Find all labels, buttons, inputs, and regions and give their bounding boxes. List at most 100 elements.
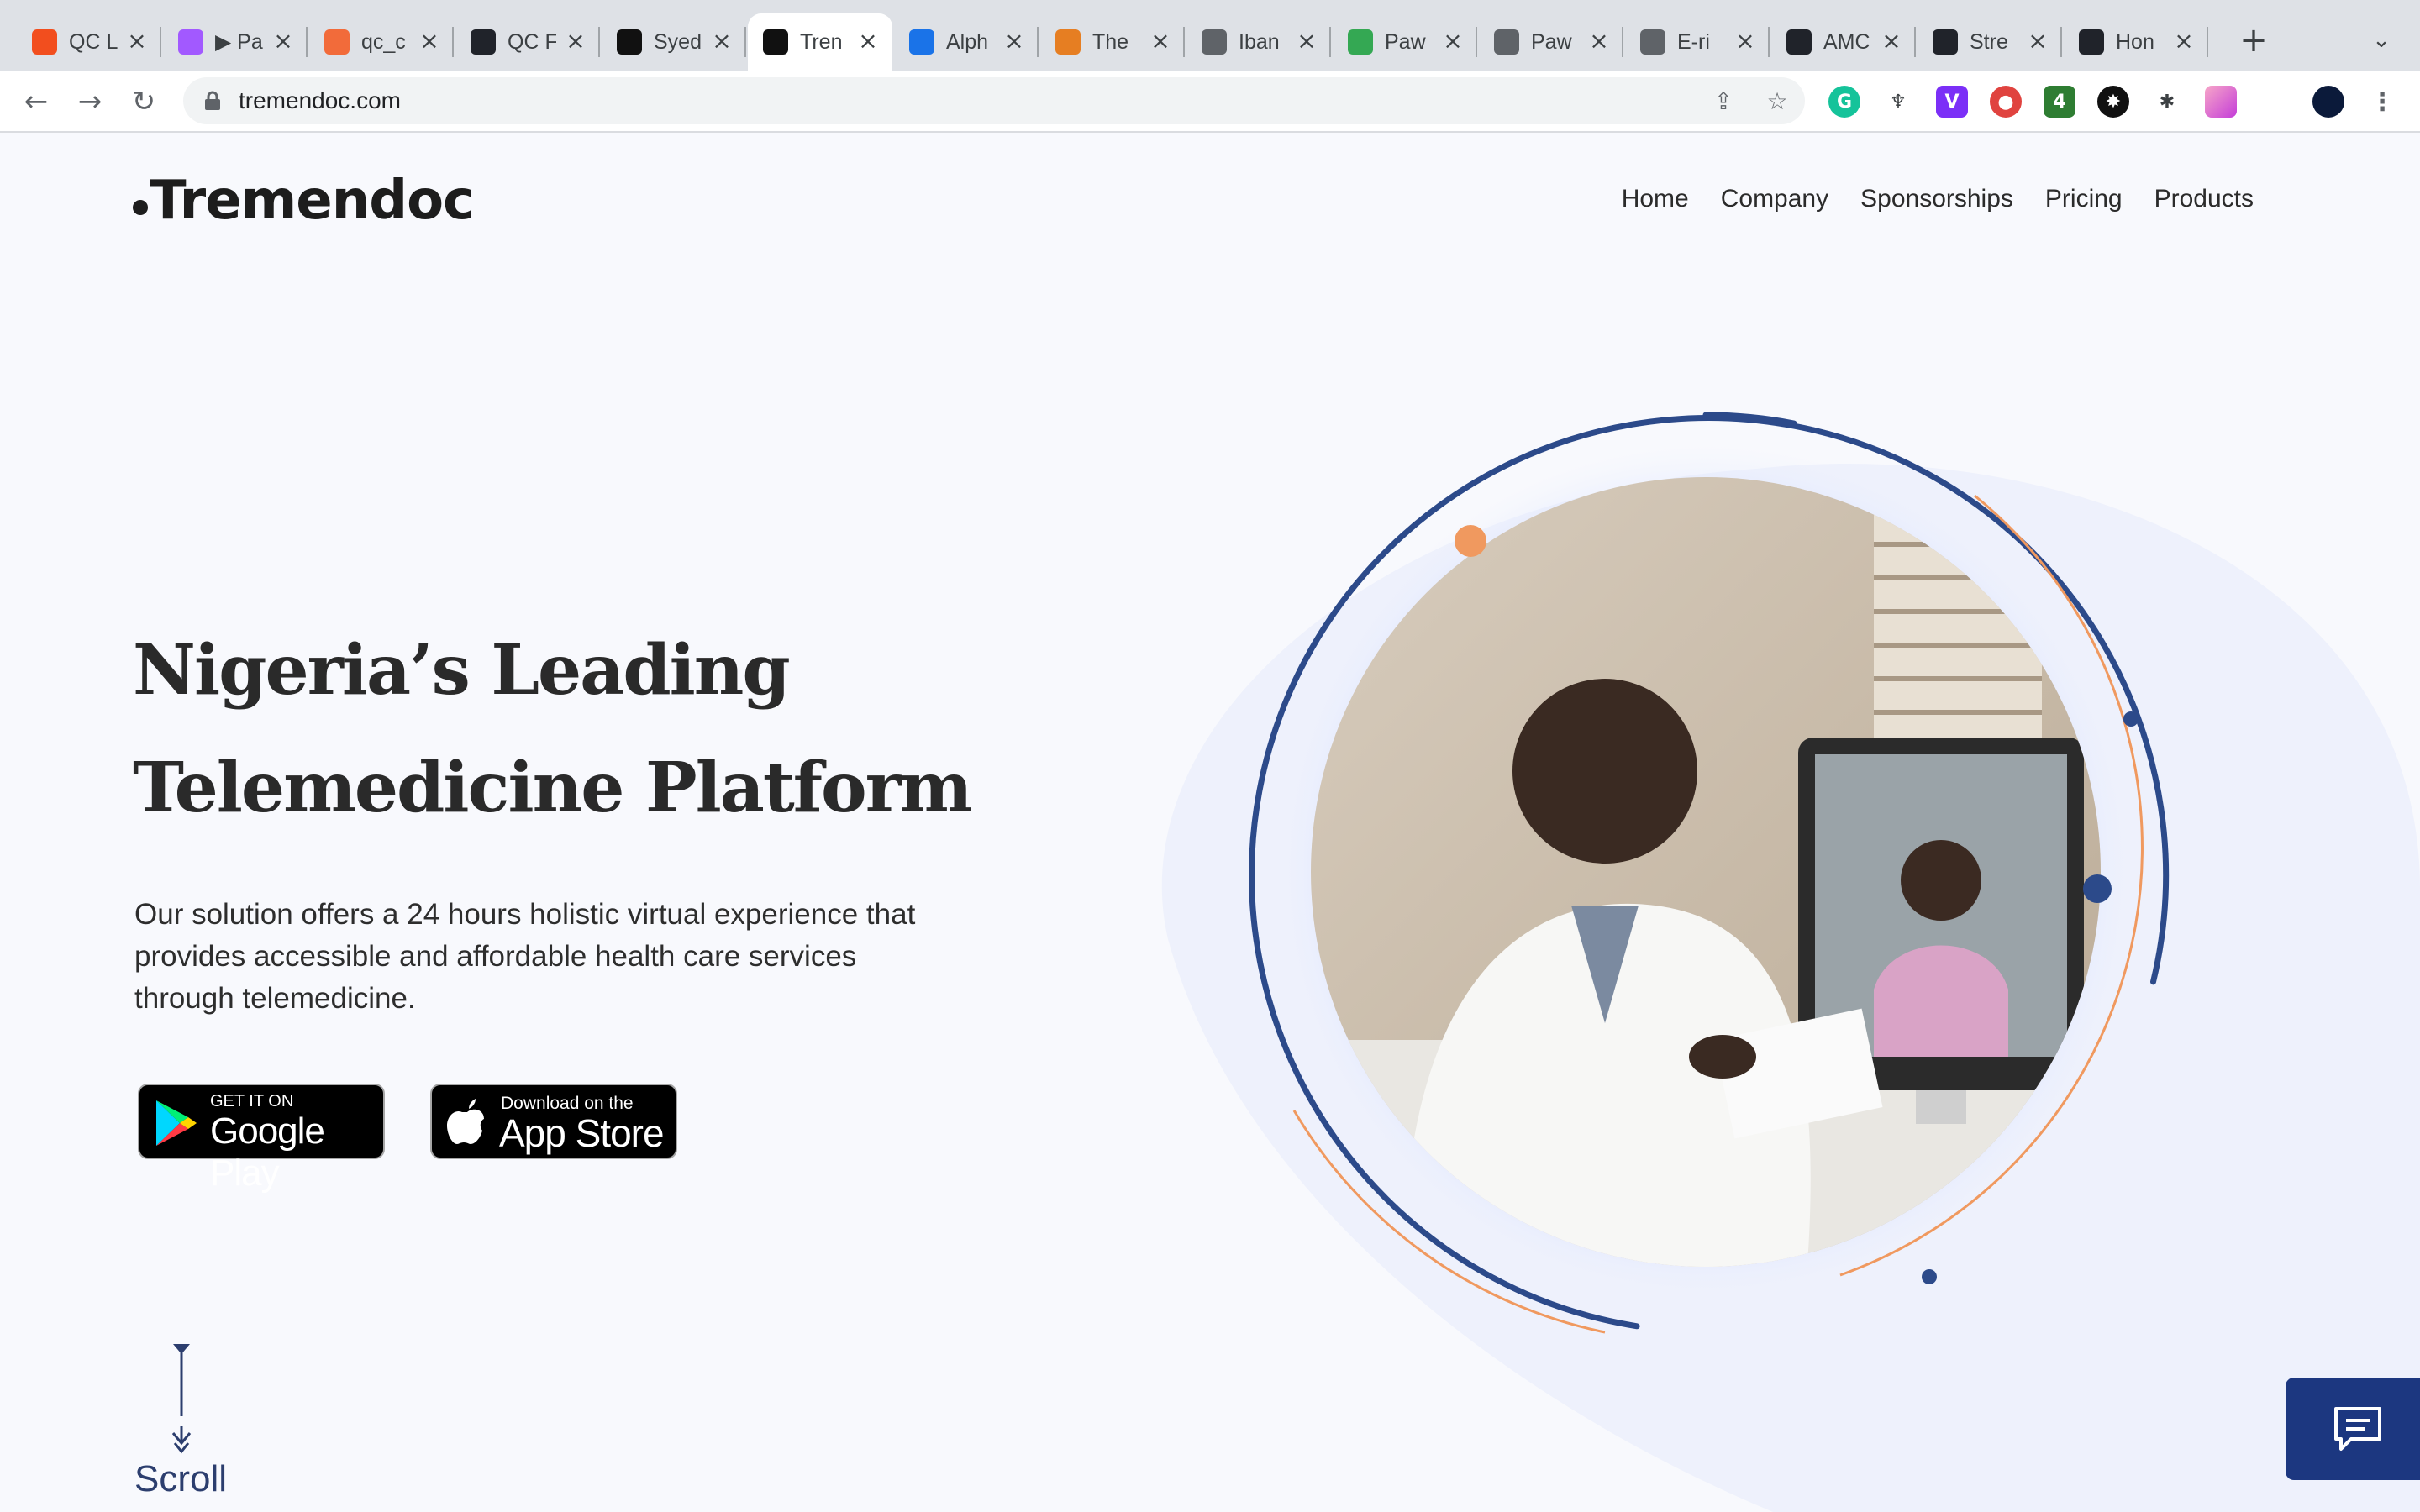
gradient-icon[interactable]	[2205, 86, 2237, 118]
lock-icon	[205, 91, 220, 110]
tab-5[interactable]: Tren ×	[748, 13, 892, 71]
tab-close-icon[interactable]: ×	[271, 29, 296, 54]
tab-separator	[452, 27, 454, 57]
tab-label: Syed	[654, 29, 702, 54]
tremendoc-logo[interactable]: Tremendoc	[133, 163, 475, 239]
tab-label: The	[1092, 29, 1129, 54]
orange-dot	[1455, 525, 1486, 557]
nav-products[interactable]: Products	[2154, 185, 2254, 213]
chat-widget-button[interactable]	[2286, 1378, 2420, 1480]
tab-label: Paw	[1531, 29, 1572, 54]
tab-9[interactable]: Paw ×	[1333, 13, 1477, 71]
address-bar[interactable]: tremendoc.com ⇪ ☆	[183, 77, 1805, 124]
tab-0[interactable]: QC L ×	[17, 13, 161, 71]
reload-button[interactable]: ↻	[124, 82, 163, 121]
tab-10[interactable]: Paw ×	[1479, 13, 1623, 71]
flame-icon[interactable]: ✸	[2097, 86, 2129, 118]
v-icon[interactable]: V	[1936, 86, 1968, 118]
tab-separator	[1768, 27, 1770, 57]
tab-close-icon[interactable]: ×	[1733, 29, 1758, 54]
chat-bubble-icon	[2334, 1407, 2381, 1451]
tab-separator	[744, 27, 746, 57]
browser-toolbar: ← → ↻ tremendoc.com ⇪ ☆ G ♆ V ● 4 ✸ ✱ ⋮	[0, 71, 2420, 133]
tab-13[interactable]: Stre ×	[1918, 13, 2062, 71]
tab-separator	[598, 27, 600, 57]
tab-close-icon[interactable]: ×	[1440, 29, 1465, 54]
share-icon[interactable]: ⇪	[1709, 87, 1738, 116]
puzzle-icon[interactable]	[2259, 86, 2291, 118]
logo-dot	[133, 200, 148, 215]
google-play-small-text: GET IT ON	[210, 1092, 294, 1110]
tab-search-chevron-icon[interactable]: ⌄	[2366, 25, 2396, 55]
url-text: tremendoc.com	[239, 87, 401, 113]
tab-close-icon[interactable]: ×	[1879, 29, 1904, 54]
back-button[interactable]: ←	[17, 82, 55, 121]
tab-separator	[160, 27, 161, 57]
scroll-label[interactable]: Scroll	[134, 1458, 227, 1500]
browser-menu-icon[interactable]: ⋮	[2366, 86, 2398, 118]
tab-label: Iban	[1239, 29, 1280, 54]
tab-close-icon[interactable]: ×	[1002, 29, 1027, 54]
tab-close-icon[interactable]: ×	[1586, 29, 1612, 54]
react-icon	[1786, 29, 1812, 55]
tab-close-icon[interactable]: ×	[1294, 29, 1319, 54]
brand-icon	[324, 29, 350, 55]
avatar-icon[interactable]	[2312, 86, 2344, 118]
scroll-arrow-icon	[171, 1344, 192, 1454]
tab-close-icon[interactable]: ×	[563, 29, 588, 54]
nav-company[interactable]: Company	[1721, 185, 1828, 213]
crab-icon[interactable]: ♆	[1882, 86, 1914, 118]
forward-button[interactable]: →	[71, 82, 109, 121]
tab-close-icon[interactable]: ×	[1148, 29, 1173, 54]
tab-label: Alph	[946, 29, 989, 54]
nav-sponsorships[interactable]: Sponsorships	[1860, 185, 2013, 213]
globe-icon	[1494, 29, 1519, 55]
tab-label: QC L	[69, 29, 118, 54]
tab-close-icon[interactable]: ×	[2171, 29, 2196, 54]
tab-14[interactable]: Hon ×	[2064, 13, 2208, 71]
tab-close-icon[interactable]: ×	[124, 29, 150, 54]
tab-close-icon[interactable]: ×	[417, 29, 442, 54]
react-icon	[471, 29, 496, 55]
app-store-button[interactable]: Download on the App Store	[430, 1084, 677, 1159]
new-tab-button[interactable]: +	[2235, 22, 2272, 59]
main-nav: Home Company Sponsorships Pricing Produc…	[1590, 185, 2254, 213]
google-play-icon	[156, 1100, 197, 1146]
tab-1[interactable]: ▶ Pa ×	[163, 13, 308, 71]
tab-label: Hon	[2116, 29, 2154, 54]
hero-illustration	[1161, 412, 2420, 1512]
tab-close-icon[interactable]: ×	[2025, 29, 2050, 54]
tab-2[interactable]: qc_c ×	[309, 13, 454, 71]
react-icon	[2079, 29, 2104, 55]
tab-strip: QC L × ▶ Pa × qc_c × QC F × Syed × Tren × Alph × The × I…	[0, 0, 2420, 71]
bug-icon[interactable]: ✱	[2151, 86, 2183, 118]
tab-7[interactable]: The ×	[1040, 13, 1185, 71]
google-play-big-text: Google Play	[210, 1110, 325, 1194]
bookmark-star-icon[interactable]: ☆	[1763, 87, 1791, 116]
navy-dot-large	[2083, 874, 2112, 903]
tab-separator	[2060, 27, 2062, 57]
tab-8[interactable]: Iban ×	[1186, 13, 1331, 71]
tab-3[interactable]: QC F ×	[455, 13, 600, 71]
tab-12[interactable]: AMC ×	[1771, 13, 1916, 71]
figma-icon	[178, 29, 203, 55]
tab-separator	[1183, 27, 1185, 57]
color-wheel-icon[interactable]: ●	[1990, 86, 2022, 118]
nav-pricing[interactable]: Pricing	[2045, 185, 2123, 213]
tab-4[interactable]: Syed ×	[602, 13, 746, 71]
tab-11[interactable]: E-ri ×	[1625, 13, 1770, 71]
tab-separator	[1914, 27, 1916, 57]
tab-label: AMC	[1823, 29, 1870, 54]
tab-close-icon[interactable]: ×	[855, 29, 881, 54]
tab-separator	[1037, 27, 1039, 57]
brand-icon	[1055, 29, 1081, 55]
badge-icon[interactable]: 4	[2044, 86, 2075, 118]
google-play-button[interactable]: GET IT ON Google Play	[138, 1084, 385, 1194]
nav-home[interactable]: Home	[1622, 185, 1689, 213]
grammarly-icon[interactable]: G	[1828, 86, 1860, 118]
tab-6[interactable]: Alph ×	[894, 13, 1039, 71]
tab-close-icon[interactable]: ×	[709, 29, 734, 54]
tab-label: Paw	[1385, 29, 1426, 54]
tab-label: QC F	[508, 29, 556, 54]
figma-icon	[32, 29, 57, 55]
